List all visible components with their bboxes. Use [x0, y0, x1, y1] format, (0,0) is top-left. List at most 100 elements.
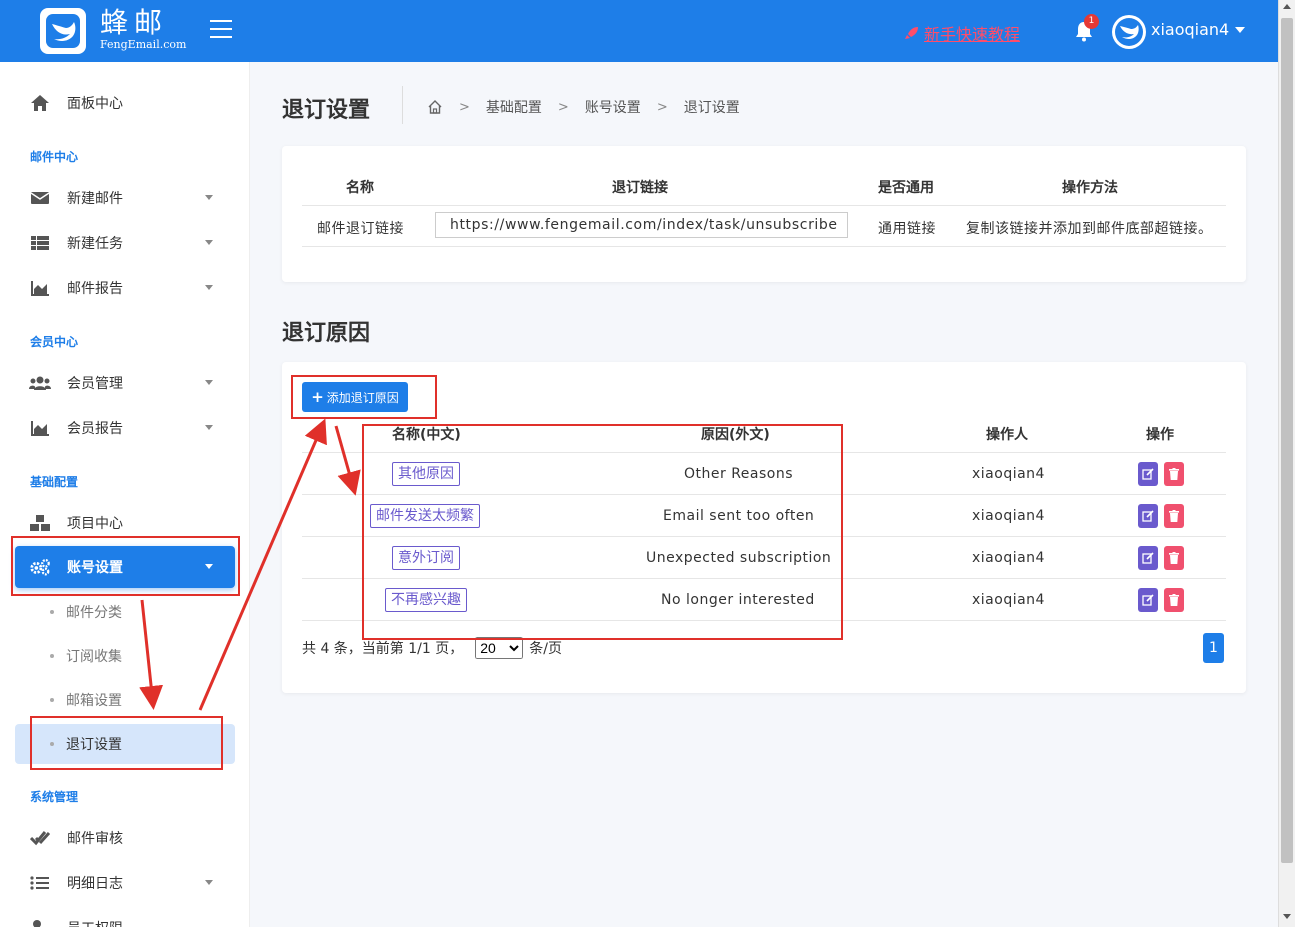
reason-en: No longer interested: [661, 592, 815, 608]
caret-down-icon: [205, 285, 213, 290]
sidebar-item-mail-review[interactable]: 邮件审核: [15, 817, 235, 859]
caret-down-icon: [205, 380, 213, 385]
sidebar-item-mail-report[interactable]: 邮件报告: [15, 267, 235, 309]
edit-icon: [1142, 552, 1154, 564]
username: xiaoqian4: [1151, 20, 1230, 39]
section-mail-center: 邮件中心: [30, 150, 79, 164]
sidebar-item-label: 账号设置: [67, 560, 123, 576]
bird-logo-icon: [46, 14, 80, 48]
area-chart-icon: [29, 279, 51, 297]
sidebar-item-label: 新建邮件: [67, 191, 123, 207]
envelope-icon: [29, 189, 51, 207]
delete-button[interactable]: [1164, 588, 1184, 612]
title-divider: [402, 86, 403, 124]
scroll-thumb[interactable]: [1281, 18, 1293, 863]
bullet-dot: [50, 654, 54, 658]
breadcrumb: > 基础配置 > 账号设置 > 退订设置: [427, 97, 740, 117]
sidebar-item-new-task[interactable]: 新建任务: [15, 222, 235, 264]
link-row-name: 邮件退订链接: [317, 221, 404, 237]
caret-down-icon: [205, 564, 213, 569]
list-table-icon: [29, 234, 51, 252]
caret-down-icon: [205, 880, 213, 885]
home-outline-icon[interactable]: [427, 99, 443, 115]
breadcrumb-item-account-settings[interactable]: 账号设置: [585, 97, 641, 117]
user-menu[interactable]: xiaoqian4: [1151, 20, 1246, 39]
reason-en: Other Reasons: [684, 466, 794, 482]
column-header-method: 操作方法: [1062, 180, 1118, 196]
pagination-summary: 共 4 条，当前第 1/1 页， 20 条/页: [302, 637, 562, 659]
sidebar-item-detail-log[interactable]: 明细日志: [15, 862, 235, 904]
brand-cn: 蜂邮: [100, 6, 169, 39]
row-divider: [302, 205, 1226, 206]
sidebar-item-label: 明细日志: [67, 876, 123, 892]
scroll-down-icon[interactable]: [1283, 914, 1291, 919]
sidebar-item-dashboard[interactable]: 面板中心: [15, 82, 235, 124]
sidebar-item-member-mgmt[interactable]: 会员管理: [15, 362, 235, 404]
sidebar-item-account-settings[interactable]: 账号设置: [15, 546, 235, 588]
reason-tag-cn: 不再感兴趣: [385, 588, 467, 612]
edit-icon: [1142, 510, 1154, 522]
delete-button[interactable]: [1164, 546, 1184, 570]
column-header-actions: 操作: [1146, 427, 1174, 443]
sidebar: 面板中心 邮件中心 新建邮件 新建任务 邮件报告 会员中心 会员管理 会员报告 …: [0, 62, 250, 927]
edit-icon: [1142, 594, 1154, 606]
edit-button[interactable]: [1138, 504, 1158, 528]
sidebar-item-staff-permissions[interactable]: 员工权限: [15, 907, 235, 927]
sidebar-subitem-unsubscribe-settings[interactable]: 退订设置: [15, 724, 235, 764]
tutorial-link-label: 新手快速教程: [924, 25, 1021, 44]
sidebar-item-member-report[interactable]: 会员报告: [15, 407, 235, 449]
page-number-button[interactable]: 1: [1203, 633, 1224, 663]
sidebar-item-new-mail[interactable]: 新建邮件: [15, 177, 235, 219]
brand-en: FengEmail.com: [100, 38, 187, 51]
delete-button[interactable]: [1164, 504, 1184, 528]
section-system-mgmt: 系统管理: [30, 790, 79, 804]
bullet-dot: [50, 698, 54, 702]
section-member-center: 会员中心: [30, 335, 79, 349]
add-reason-button[interactable]: + 添加退订原因: [302, 382, 408, 412]
breadcrumb-item-current: 退订设置: [683, 100, 740, 116]
delete-button[interactable]: [1164, 462, 1184, 486]
users-icon: [29, 374, 51, 392]
reason-operator: xiaoqian4: [972, 508, 1045, 524]
reason-tag-cn: 意外订阅: [392, 546, 460, 570]
bullet-dot: [50, 610, 54, 614]
column-header-name: 名称: [346, 180, 374, 196]
edit-button[interactable]: [1138, 546, 1158, 570]
page-size-select[interactable]: 20: [475, 637, 524, 659]
chevron-down-icon: [1235, 26, 1246, 33]
reason-tag-cn: 邮件发送太频繁: [370, 504, 480, 528]
row-divider: [302, 452, 1226, 453]
plus-icon: +: [311, 388, 324, 406]
unsubscribe-url-field[interactable]: https://www.fengemail.com/index/task/uns…: [435, 212, 848, 238]
reason-operator: xiaoqian4: [972, 550, 1045, 566]
home-icon: [29, 94, 51, 112]
chevron-right-icon: >: [459, 99, 470, 115]
edit-button[interactable]: [1138, 588, 1158, 612]
sidebar-item-project-center[interactable]: 项目中心: [15, 502, 235, 544]
section-basic-config: 基础配置: [30, 475, 79, 489]
bird-avatar-icon: [1115, 18, 1143, 46]
brand-logo[interactable]: [40, 8, 86, 54]
menu-toggle-icon[interactable]: [210, 20, 232, 40]
page-scrollbar[interactable]: [1278, 0, 1295, 927]
sidebar-subitem-label: 邮箱设置: [66, 693, 122, 709]
pagination-summary-text: 共 4 条，当前第 1/1 页，: [302, 641, 464, 657]
sidebar-item-label: 面板中心: [67, 96, 123, 112]
bullet-dot: [50, 742, 54, 746]
avatar[interactable]: [1112, 15, 1146, 49]
sidebar-subitem-mail-category[interactable]: 邮件分类: [15, 592, 235, 632]
page-title: 退订设置: [282, 98, 371, 123]
scroll-up-icon[interactable]: [1283, 4, 1291, 9]
tutorial-link[interactable]: 新手快速教程: [904, 21, 1020, 45]
breadcrumb-item-basic-config[interactable]: 基础配置: [486, 97, 542, 117]
sidebar-subitem-mailbox-settings[interactable]: 邮箱设置: [15, 680, 235, 720]
row-divider: [302, 620, 1226, 621]
rocket-icon: [905, 27, 918, 39]
area-chart-icon: [29, 419, 51, 437]
reasons-section-title: 退订原因: [282, 321, 371, 346]
trash-icon: [1169, 552, 1179, 564]
sidebar-subitem-label: 退订设置: [66, 737, 122, 753]
list-icon: [29, 874, 51, 892]
edit-button[interactable]: [1138, 462, 1158, 486]
sidebar-subitem-subscription-collect[interactable]: 订阅收集: [15, 636, 235, 676]
